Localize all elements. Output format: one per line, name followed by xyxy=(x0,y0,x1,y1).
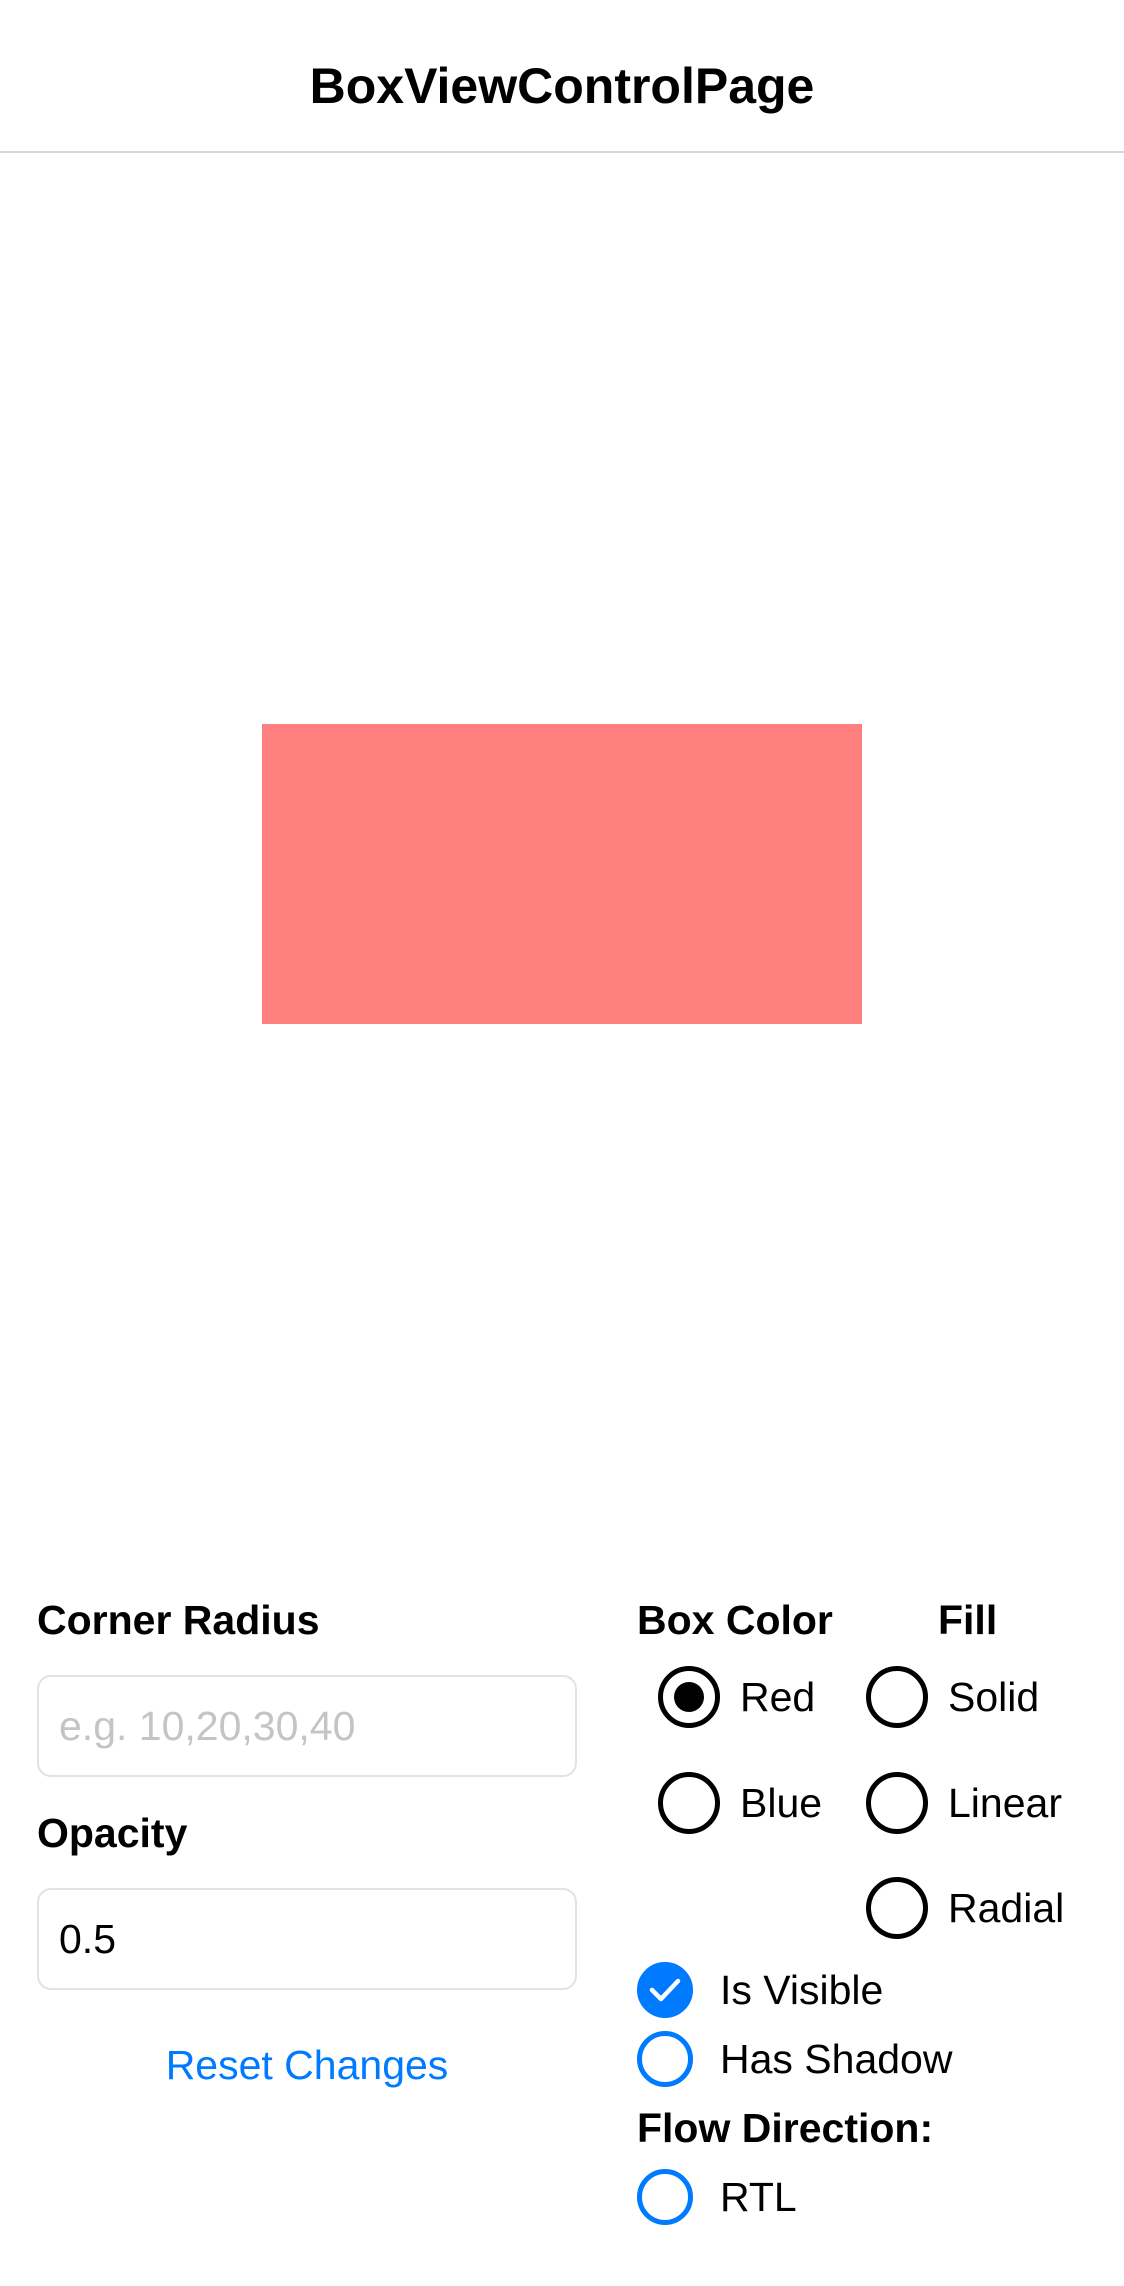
fill-label: Fill xyxy=(938,1597,998,1643)
flow-direction-label: Flow Direction: xyxy=(637,2105,934,2151)
fill-radio-radial[interactable]: Radial xyxy=(866,1876,1064,1940)
radio-label: Solid xyxy=(948,1674,1040,1720)
opacity-input[interactable]: 0.5 xyxy=(37,1888,577,1990)
is-visible-label: Is Visible xyxy=(720,1967,884,2013)
radio-label: Red xyxy=(740,1674,816,1720)
navigation-bar: BoxViewControlPage xyxy=(0,0,1124,153)
radio-label: Blue xyxy=(740,1780,823,1826)
opacity-label: Opacity xyxy=(37,1810,188,1856)
radio-unselected-icon xyxy=(866,1666,928,1728)
box-color-radio-red[interactable]: Red xyxy=(658,1665,815,1729)
checkmark-icon xyxy=(637,1962,693,2018)
reset-changes-button[interactable]: Reset Changes xyxy=(37,2040,577,2090)
radio-label: Linear xyxy=(948,1780,1062,1826)
radio-unselected-icon xyxy=(866,1877,928,1939)
is-visible-checkbox[interactable]: Is Visible xyxy=(637,1961,883,2019)
radio-unselected-icon xyxy=(866,1772,928,1834)
rtl-label: RTL xyxy=(720,2174,797,2220)
fill-radio-linear[interactable]: Linear xyxy=(866,1771,1062,1835)
page-title: BoxViewControlPage xyxy=(309,58,815,114)
preview-box-view xyxy=(262,724,862,1024)
unchecked-circle-icon xyxy=(637,2169,693,2225)
box-color-label: Box Color xyxy=(637,1597,833,1643)
radio-selected-icon xyxy=(658,1666,720,1728)
box-color-radio-blue[interactable]: Blue xyxy=(658,1771,822,1835)
corner-radius-input[interactable]: e.g. 10,20,30,40 xyxy=(37,1675,577,1777)
fill-radio-solid[interactable]: Solid xyxy=(866,1665,1039,1729)
corner-radius-label: Corner Radius xyxy=(37,1597,320,1643)
radio-unselected-icon xyxy=(658,1772,720,1834)
has-shadow-label: Has Shadow xyxy=(720,2036,953,2082)
has-shadow-checkbox[interactable]: Has Shadow xyxy=(637,2030,952,2088)
unchecked-circle-icon xyxy=(637,2031,693,2087)
radio-label: Radial xyxy=(948,1885,1065,1931)
rtl-checkbox[interactable]: RTL xyxy=(637,2168,797,2226)
